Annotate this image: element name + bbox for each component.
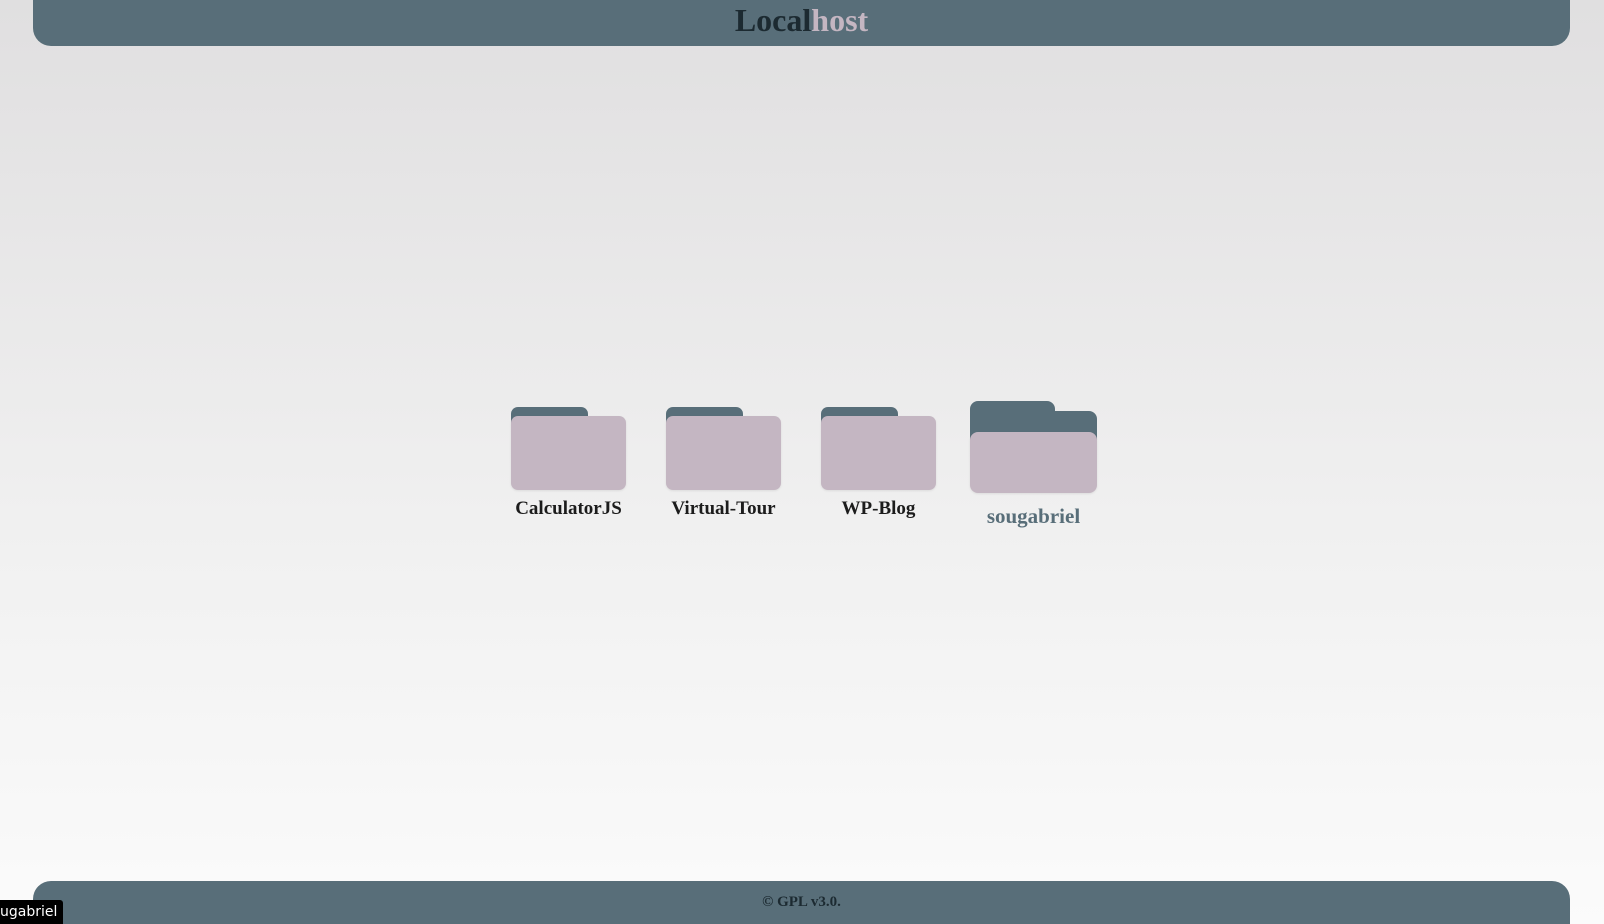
folder-icon-body [821, 416, 936, 490]
folder-label[interactable]: WP-Blog [791, 498, 966, 520]
page-footer: © GPL v3.0. [33, 881, 1570, 924]
folder-label[interactable]: Virtual-Tour [636, 498, 811, 520]
folder-icon-body [970, 432, 1097, 493]
folder-icon-body [511, 416, 626, 490]
link-tooltip: ugabriel [0, 900, 64, 924]
folder-icon-body [666, 416, 781, 490]
folder-label[interactable]: sougabriel [946, 504, 1121, 529]
folder-label[interactable]: CalculatorJS [481, 498, 656, 520]
copyright-text: © GPL v3.0. [762, 894, 841, 910]
folder-grid: CalculatorJS Virtual-Tour WP-Blog sougab… [0, 0, 1604, 924]
